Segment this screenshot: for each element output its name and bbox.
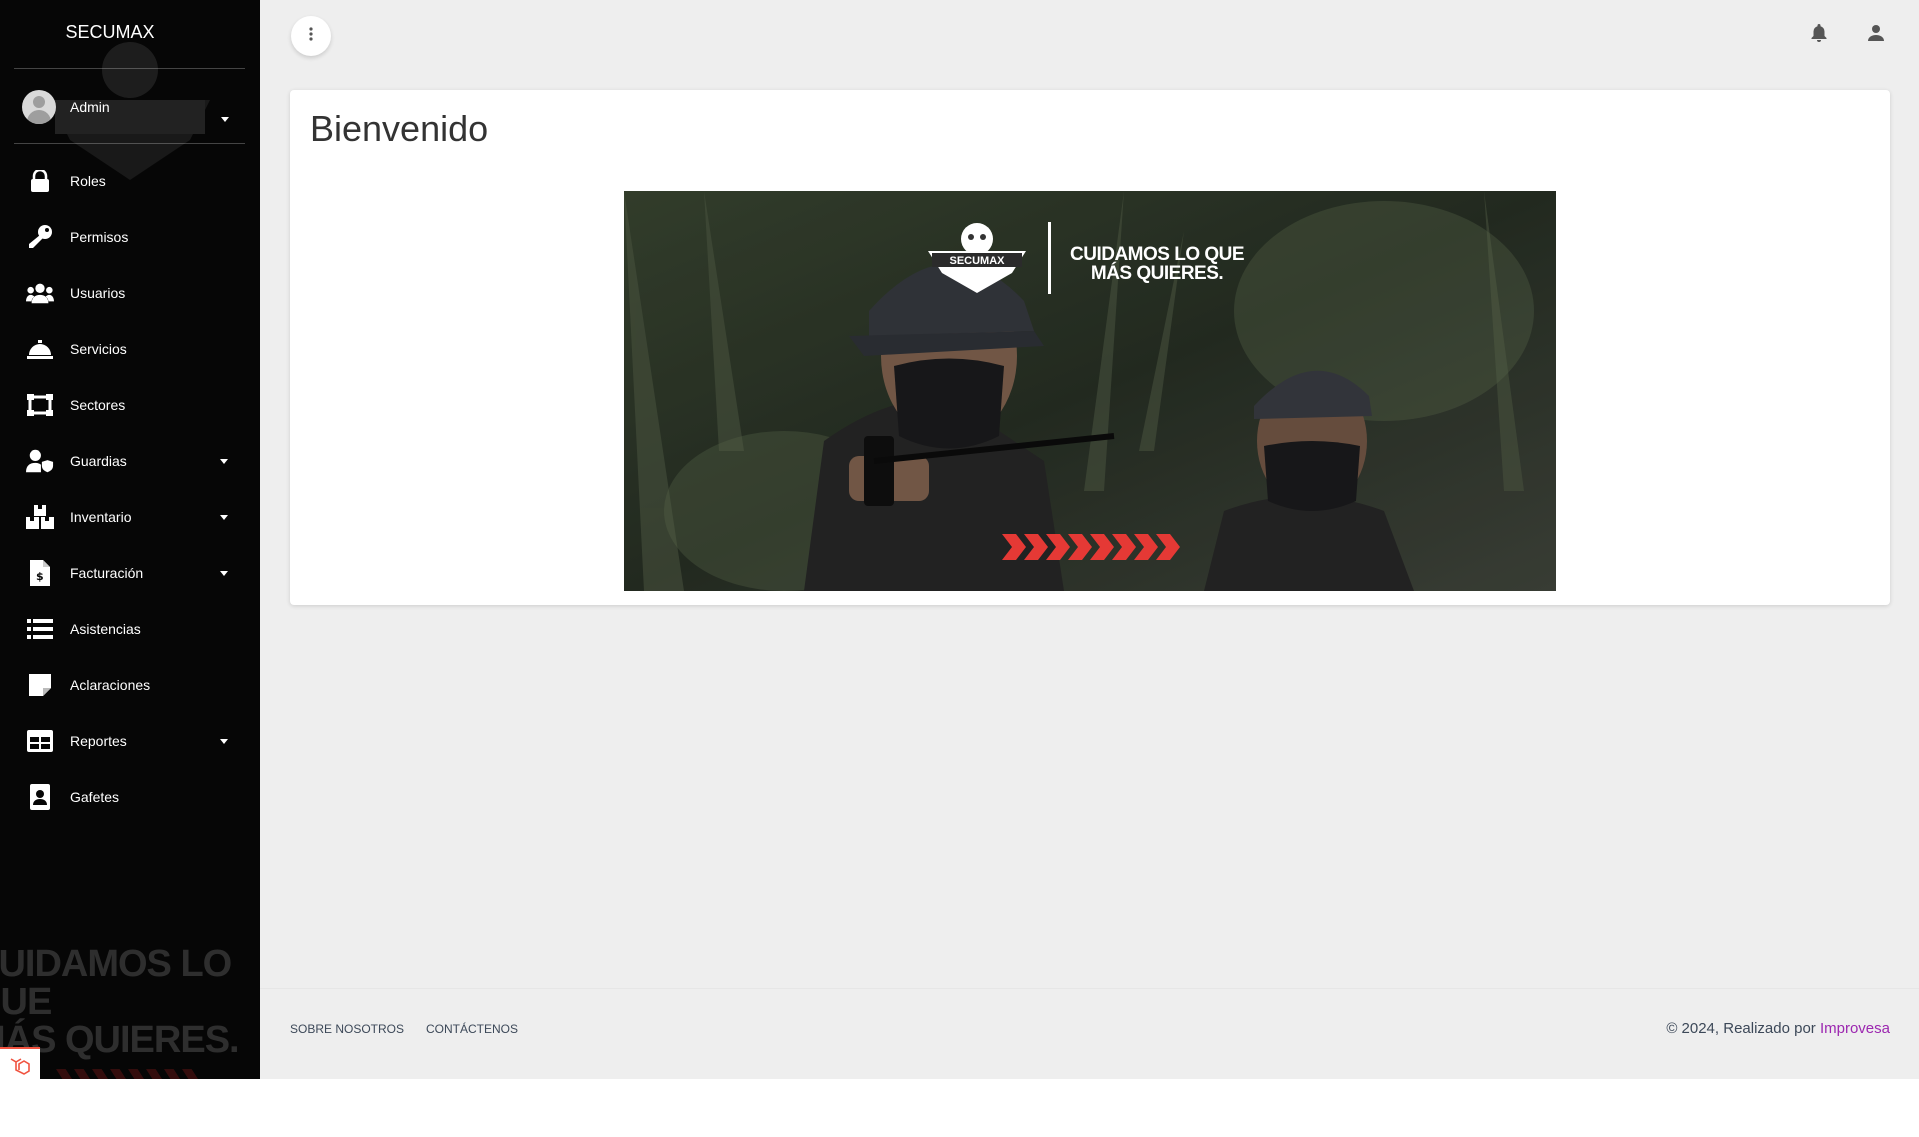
welcome-banner-image: SECUMAX CUIDAMOS LO QUE MÁS QUIERES.: [624, 191, 1556, 591]
sidebar-toggle-button[interactable]: [291, 16, 331, 56]
banner-divider: [1048, 222, 1051, 294]
watermark-slogan-line1: CUIDAMOS LO QUE: [0, 943, 232, 1023]
secumax-logo: SECUMAX: [928, 223, 1026, 293]
sidebar-divider: [14, 68, 245, 69]
sidebar-item-label: Guardias: [70, 453, 127, 469]
watermark-chevrons: [56, 1069, 260, 1079]
user-name: Admin: [70, 99, 110, 115]
chevron-down-icon: [220, 515, 228, 520]
page-title: Bienvenido: [310, 108, 489, 149]
sidebar-item-label: Servicios: [70, 341, 127, 357]
sidebar-item-label: Aclaraciones: [70, 677, 151, 693]
notifications-button[interactable]: [1806, 22, 1832, 48]
sidebar-item-reportes[interactable]: Reportes: [0, 713, 260, 769]
person-icon: [1868, 24, 1884, 46]
invoice-icon: $: [26, 560, 54, 586]
boxes-icon: [26, 505, 54, 529]
sidebar-item-label: Sectores: [70, 397, 126, 413]
sidebar-item-label: Usuarios: [70, 285, 126, 301]
banner-slogan-line2: MÁS QUIERES.: [1090, 263, 1224, 284]
sidebar-item-roles[interactable]: Roles: [0, 153, 260, 209]
improvesa-link[interactable]: Improvesa: [1820, 1020, 1890, 1037]
sidebar-item-label: Roles: [70, 173, 106, 189]
users-icon: [26, 281, 54, 305]
brand-logo-text[interactable]: SECUMAX: [0, 22, 220, 43]
bell-icon: [1811, 23, 1827, 47]
sidebar: SECUMAX Admin Roles Permisos Usuarios Se…: [0, 0, 260, 1079]
sidebar-item-gafetes[interactable]: Gafetes: [0, 769, 260, 825]
sidebar-item-inventario[interactable]: Inventario: [0, 489, 260, 545]
chevron-down-icon: [220, 739, 228, 744]
service-bell-icon: [26, 337, 54, 361]
sidebar-item-label: Asistencias: [70, 621, 141, 637]
sidebar-item-aclaraciones[interactable]: Aclaraciones: [0, 657, 260, 713]
note-icon: [26, 673, 54, 697]
sidebar-item-asistencias[interactable]: Asistencias: [0, 601, 260, 657]
banner-logo-text: SECUMAX: [949, 255, 1005, 267]
welcome-card: Bienvenido SECUMAX CUIDAMOS LO QUE MÁS Q…: [290, 90, 1890, 605]
guard-icon: [26, 449, 54, 473]
sidebar-item-servicios[interactable]: Servicios: [0, 321, 260, 377]
table-icon: [26, 729, 54, 753]
sidebar-item-sectores[interactable]: Sectores: [0, 377, 260, 433]
copyright-text: © 2024, Realizado por: [1666, 1020, 1820, 1037]
sidebar-item-usuarios[interactable]: Usuarios: [0, 265, 260, 321]
sidebar-item-guardias[interactable]: Guardias: [0, 433, 260, 489]
sidebar-user-menu[interactable]: Admin: [22, 90, 232, 124]
sidebar-nav: Roles Permisos Usuarios Servicios Sector…: [0, 153, 260, 825]
chevron-down-icon: [221, 117, 229, 122]
footer-link-contact[interactable]: CONTÁCTENOS: [426, 1022, 518, 1036]
sidebar-item-facturacion[interactable]: $ Facturación: [0, 545, 260, 601]
sidebar-divider: [14, 143, 245, 144]
footer-copyright: © 2024, Realizado por Improvesa: [1666, 1020, 1890, 1037]
sidebar-item-label: Facturación: [70, 565, 144, 581]
banner-slogan-line1: CUIDAMOS LO QUE: [1070, 244, 1245, 265]
lock-icon: [26, 169, 54, 193]
sidebar-item-label: Reportes: [70, 733, 127, 749]
banner-slogan: CUIDAMOS LO QUE MÁS QUIERES.: [1070, 244, 1245, 284]
chevron-down-icon: [220, 571, 228, 576]
footer-divider: [260, 988, 1919, 989]
footer-link-about[interactable]: SOBRE NOSOTROS: [290, 1022, 404, 1036]
more-vert-icon: [309, 26, 313, 46]
sidebar-item-label: Permisos: [70, 229, 129, 245]
svg-text:$: $: [36, 570, 44, 583]
sector-icon: [26, 393, 54, 417]
avatar: [22, 90, 56, 124]
list-icon: [26, 617, 54, 641]
laravel-logo-icon[interactable]: [0, 1047, 40, 1079]
profile-button[interactable]: [1863, 22, 1889, 48]
chevron-down-icon: [220, 459, 228, 464]
sidebar-item-label: Gafetes: [70, 789, 120, 805]
sidebar-item-label: Inventario: [70, 509, 132, 525]
app-shell: SECUMAX Admin Roles Permisos Usuarios Se…: [0, 0, 1919, 1079]
badge-icon: [26, 784, 54, 810]
key-icon: [26, 225, 54, 249]
sidebar-item-permisos[interactable]: Permisos: [0, 209, 260, 265]
